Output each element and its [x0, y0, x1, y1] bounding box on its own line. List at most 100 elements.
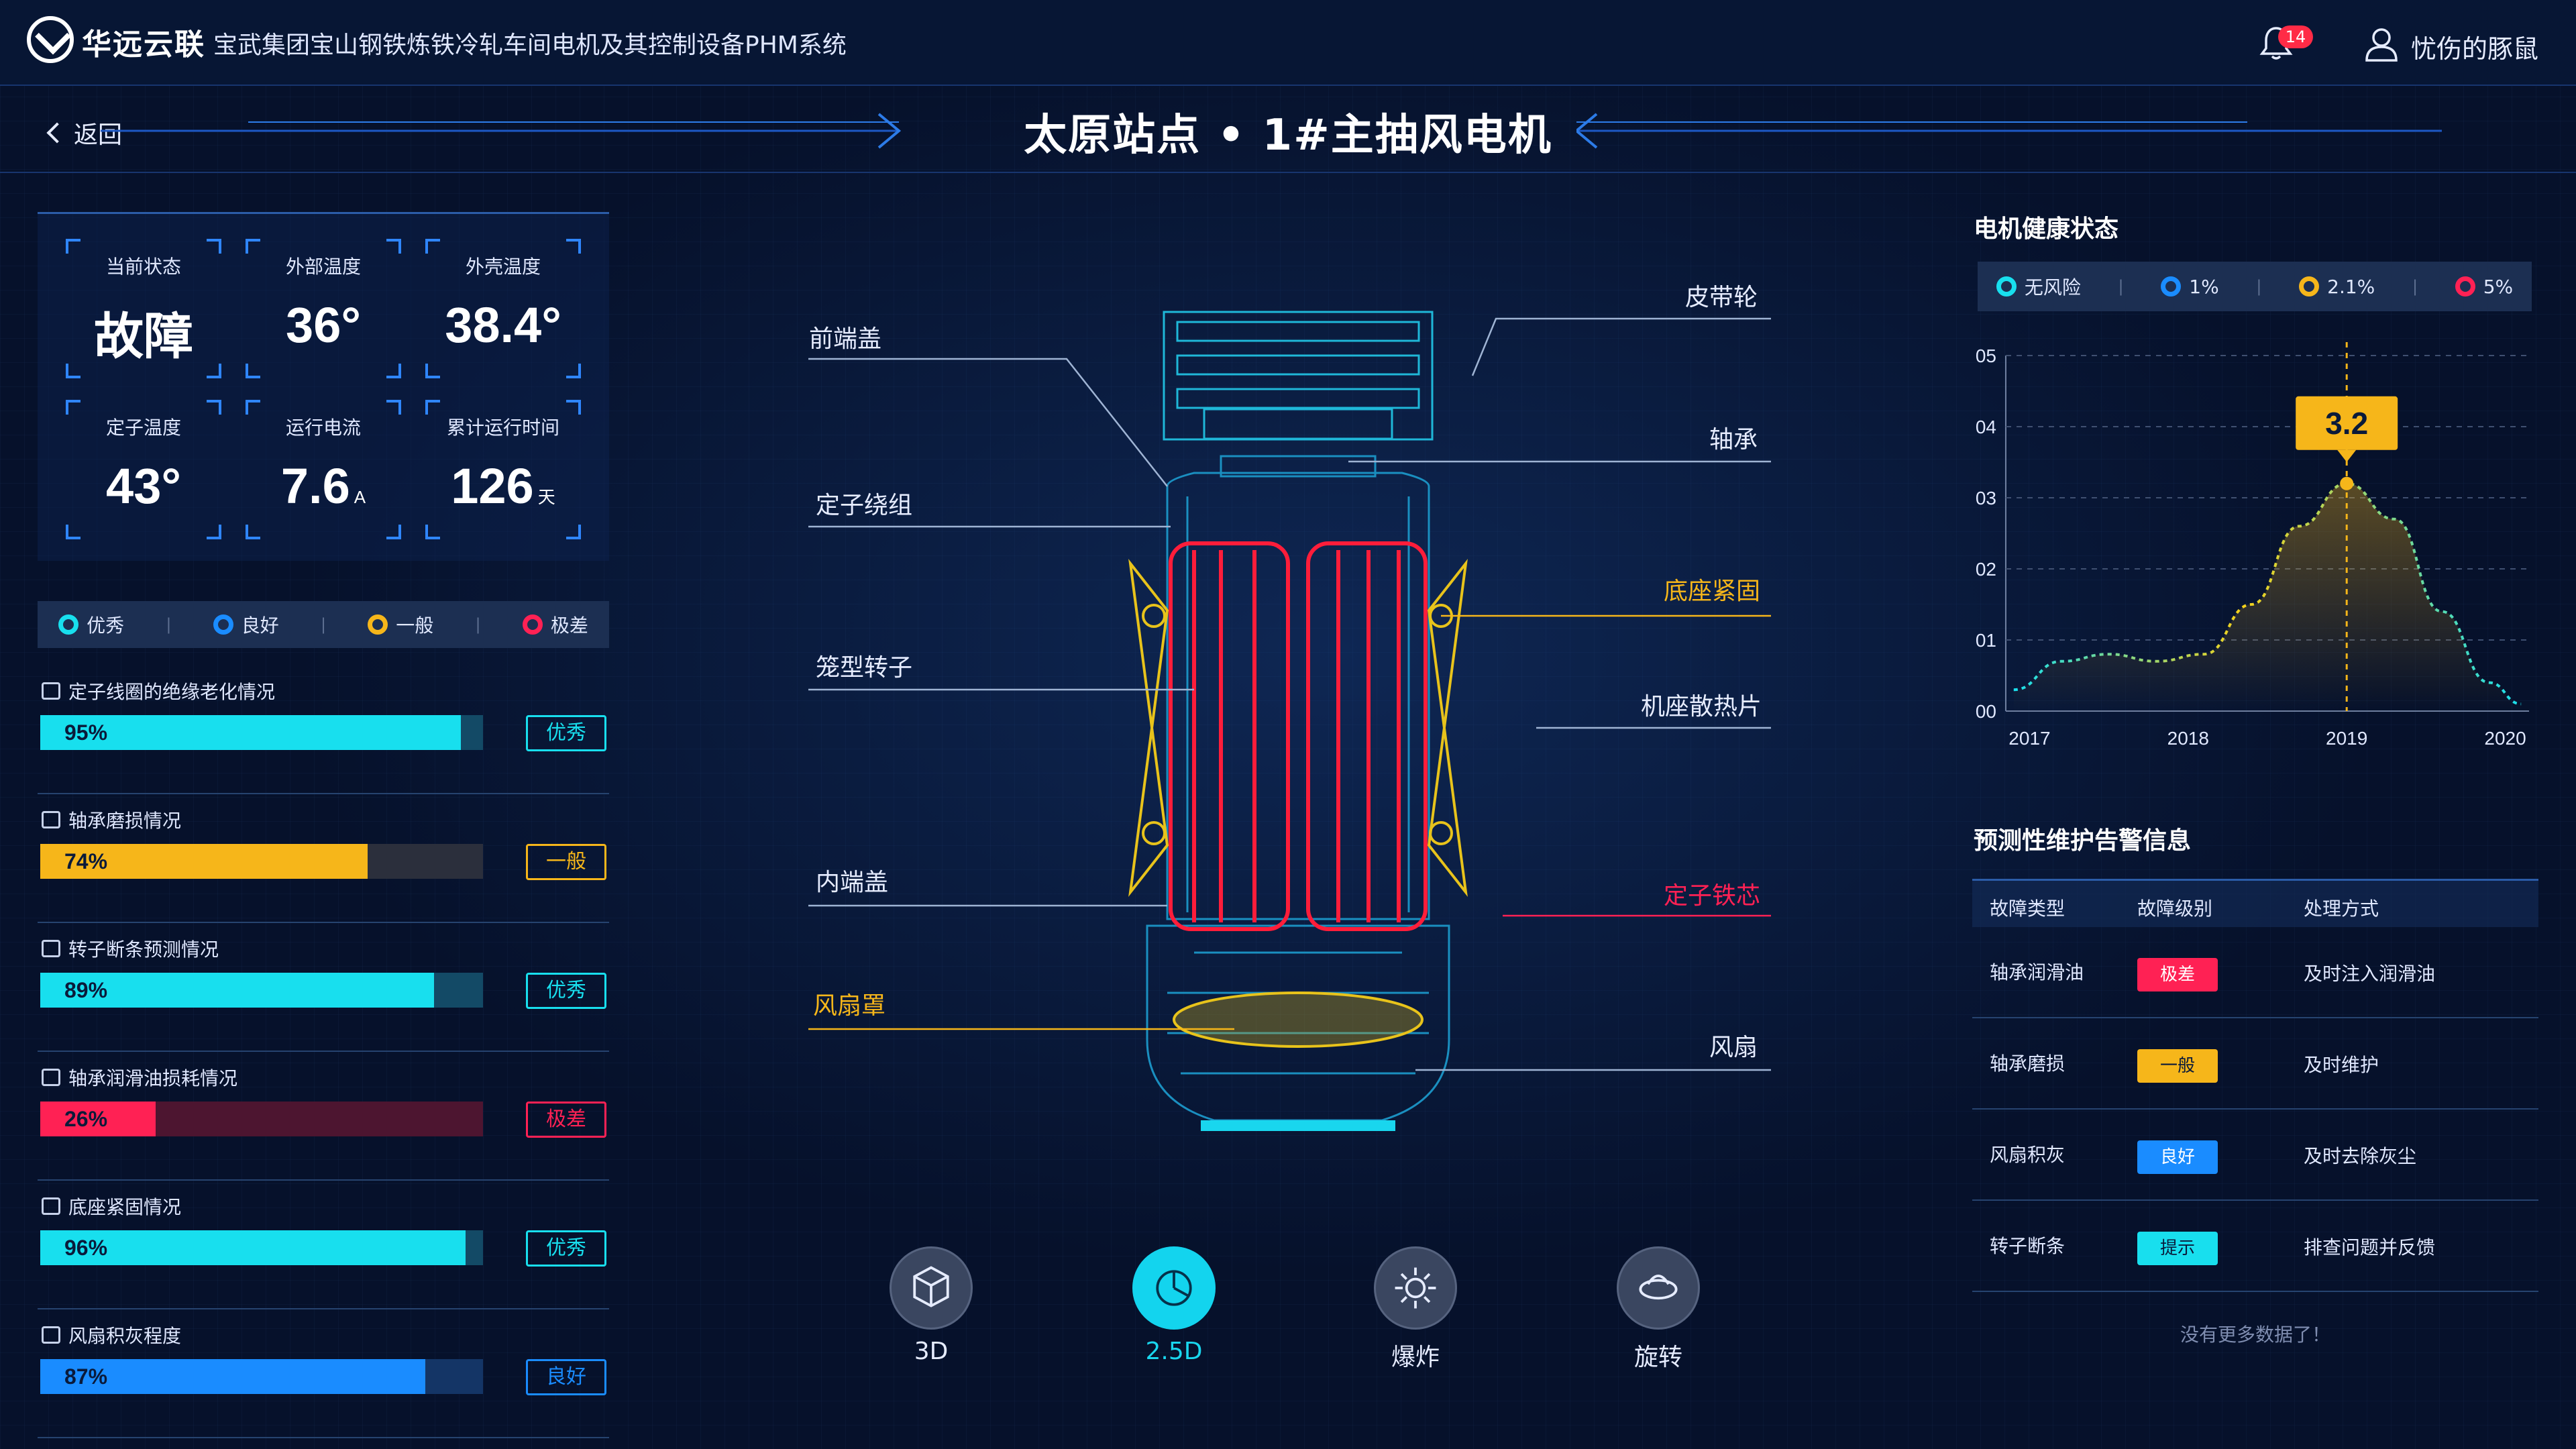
metric-track: 87% — [40, 1359, 483, 1394]
cube-icon — [913, 1266, 949, 1307]
legend-item: 极差 — [522, 611, 588, 638]
metric-row: 定子线圈的绝缘老化情况 95% 优秀 — [38, 665, 609, 794]
alerts-table: 故障类型 故障级别 处理方式 轴承润滑油 极差 及时注入润滑油 轴承磨损 一般 及时维护风… — [1972, 879, 2538, 1292]
base-fastening-shape — [1128, 559, 1468, 1048]
stat-current-state: 当前状态 故障 — [66, 239, 221, 378]
metric-percent: 95% — [64, 720, 108, 745]
alert-rows: 轴承润滑油 极差 及时注入润滑油 轴承磨损 一般 及时维护 风扇积灰 良好 及时去除灰尘 转子断条… — [1972, 927, 2538, 1292]
title-decoration-left — [101, 113, 902, 149]
health-title: 电机健康状态 — [1974, 215, 2119, 243]
ring-icon — [1996, 276, 2017, 297]
explode-icon — [1395, 1267, 1436, 1309]
brand-name: 华远云联 — [82, 28, 205, 62]
grade-legend: 优秀 | 良好 | 一般 | 极差 — [38, 601, 609, 648]
view-rotate-button[interactable] — [1617, 1246, 1700, 1330]
metric-label: 风扇积灰程度 — [42, 1322, 181, 1348]
alerts-title: 预测性维护告警信息 — [1974, 827, 2192, 855]
notification-badge: 14 — [2278, 25, 2313, 48]
metric-row: 风扇积灰程度 87% 良好 — [38, 1309, 609, 1438]
metric-track: 74% — [40, 844, 483, 879]
metric-row: 转子断条预测情况 89% 优秀 — [38, 923, 609, 1052]
x-tick-label: 2019 — [2326, 728, 2367, 749]
metric-grade-button[interactable]: 优秀 — [526, 1230, 606, 1267]
metric-percent: 26% — [64, 1107, 108, 1131]
metric-percent: 87% — [64, 1364, 108, 1389]
view-2-5d-button[interactable] — [1132, 1246, 1216, 1330]
legend-label: 良好 — [241, 614, 279, 637]
metric-grade-button[interactable]: 优秀 — [526, 973, 606, 1009]
stat-number: 126 — [451, 458, 534, 514]
handling-method: 及时注入润滑油 — [2304, 963, 2436, 985]
y-tick-label: 05 — [1976, 345, 1996, 366]
y-tick-label: 02 — [1976, 559, 1996, 580]
y-tick-label: 01 — [1976, 630, 1996, 651]
stat-external-temp: 外部温度 36° — [246, 239, 401, 378]
handling-method: 及时维护 — [2304, 1054, 2379, 1076]
callout-inner-cover: 内端盖 — [816, 869, 889, 896]
stat-stator-temp: 定子温度 43° — [66, 400, 221, 539]
base-icon — [42, 1197, 60, 1215]
fault-type: 轴承润滑油 — [1990, 961, 2084, 983]
brand-logo-icon — [27, 16, 74, 63]
legend-label: 5% — [2483, 275, 2514, 298]
ring-icon — [2455, 276, 2475, 297]
metric-track: 96% — [40, 1230, 483, 1265]
metric-label: 底座紧固情况 — [42, 1193, 181, 1220]
metric-grade-button[interactable]: 优秀 — [526, 715, 606, 751]
divider: | — [2256, 277, 2262, 296]
handling-method: 排查问题并反馈 — [2304, 1236, 2436, 1258]
metric-grade-button[interactable]: 良好 — [526, 1359, 606, 1395]
metric-row: 轴承磨损情况 74% 一般 — [38, 794, 609, 923]
system-title: 宝武集团宝山钢铁炼铁冷轧车间电机及其控制设备PHM系统 — [213, 32, 847, 59]
callout-belt-pulley: 皮带轮 — [1685, 284, 1758, 311]
stator-core-shape — [1169, 541, 1428, 931]
callout-frame-heatsink: 机座散热片 — [1641, 693, 1762, 720]
metric-track: 26% — [40, 1102, 483, 1136]
metric-label: 定子线圈的绝缘老化情况 — [42, 678, 275, 704]
table-row[interactable]: 轴承润滑油 极差 及时注入润滑油 — [1972, 927, 2538, 1018]
legend-label: 一般 — [396, 614, 434, 637]
y-tick-label: 04 — [1976, 417, 1996, 437]
legend-label: 优秀 — [87, 614, 125, 637]
x-tick-label: 2017 — [2008, 728, 2050, 749]
ring-icon — [58, 614, 79, 635]
metric-name: 定子线圈的绝缘老化情况 — [68, 681, 276, 703]
metric-grade-button[interactable]: 极差 — [526, 1102, 606, 1138]
user-icon[interactable] — [2363, 25, 2400, 63]
ring-icon — [2299, 276, 2320, 297]
legend-label: 2.1% — [2327, 275, 2375, 298]
stat-value: 36° — [286, 297, 361, 353]
callout-base-fastening: 底座紧固 — [1664, 578, 1761, 605]
view-explode-button[interactable] — [1374, 1246, 1457, 1330]
stat-running-current: 运行电流 7.6 A — [246, 400, 401, 539]
divider: | — [475, 615, 481, 634]
metric-name: 转子断条预测情况 — [68, 938, 219, 961]
metric-row: 底座紧固情况 96% 优秀 — [38, 1181, 609, 1309]
no-more-data: 没有更多数据了！ — [2180, 1324, 2330, 1346]
y-tick-label: 03 — [1976, 488, 1996, 508]
metric-grade-button[interactable]: 一般 — [526, 844, 606, 880]
stat-unit: 天 — [537, 487, 555, 507]
title-decoration-right — [1576, 113, 2442, 149]
header-handling: 处理方式 — [2304, 898, 2379, 920]
table-row[interactable]: 轴承磨损 一般 及时维护 — [1972, 1018, 2538, 1110]
legend-item: 1% — [2161, 276, 2219, 298]
callout-fan-cover: 风扇罩 — [813, 992, 886, 1020]
peak-tooltip-arrow — [2337, 449, 2357, 462]
metric-name: 轴承磨损情况 — [68, 810, 182, 832]
user-name[interactable]: 忧伤的豚鼠 — [2411, 28, 2538, 65]
legend-item: 2.1% — [2299, 276, 2375, 298]
view-explode-label: 爆炸 — [1391, 1344, 1440, 1371]
view-3d-button[interactable] — [890, 1246, 973, 1330]
metric-label: 轴承润滑油损耗情况 — [42, 1064, 237, 1091]
table-row[interactable]: 风扇积灰 良好 及时去除灰尘 — [1972, 1110, 2538, 1201]
fault-type: 风扇积灰 — [1990, 1144, 2065, 1166]
metric-percent: 89% — [64, 978, 108, 1002]
legend-item: 一般 — [368, 611, 433, 638]
table-row[interactable]: 转子断条 提示 排查问题并反馈 — [1972, 1201, 2538, 1292]
stat-label: 当前状态 — [105, 256, 181, 278]
y-tick-label: 00 — [1976, 701, 1996, 722]
metric-percent: 74% — [64, 849, 108, 873]
gear-icon — [42, 811, 60, 828]
view-rotate-label: 旋转 — [1633, 1344, 1682, 1371]
